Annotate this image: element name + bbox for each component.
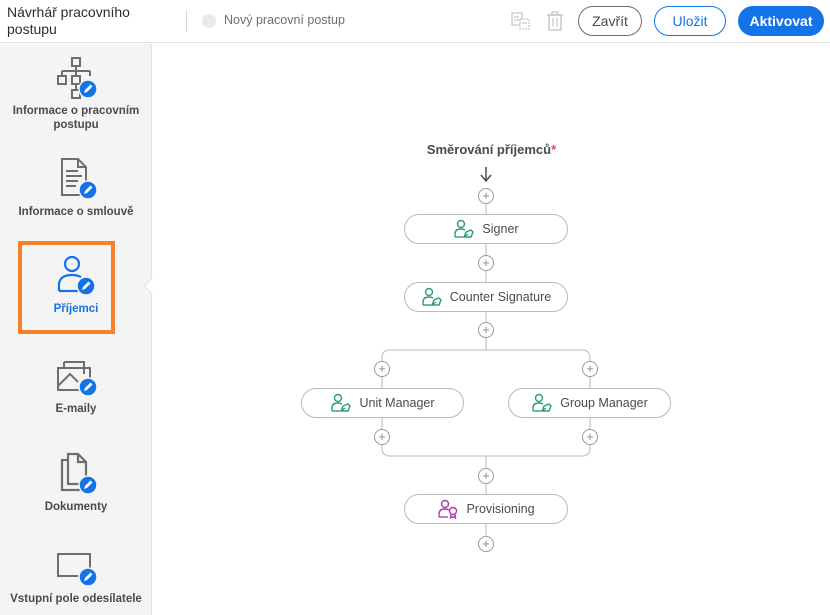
sidebar-item-recipients[interactable]: Příjemci <box>0 254 152 316</box>
add-step-button[interactable]: + <box>478 322 494 338</box>
recipient-node-label: Provisioning <box>466 502 535 516</box>
recipient-node-label: Counter Signature <box>449 290 552 304</box>
close-button[interactable]: Zavřít <box>578 6 642 36</box>
agreement-info-icon <box>54 157 98 201</box>
add-step-button[interactable]: + <box>582 429 598 445</box>
header-divider <box>186 10 187 32</box>
add-step-button[interactable]: + <box>478 255 494 271</box>
documents-icon <box>54 452 98 496</box>
recipient-node-label: Group Manager <box>560 396 648 410</box>
sidebar-item-emails[interactable]: E-maily <box>0 354 152 416</box>
sidebar-item-label: Vstupní pole odesílatele <box>10 593 142 605</box>
sidebar-item-workflow-info[interactable]: Informace o pracovním postupu <box>0 56 152 132</box>
recipient-node[interactable]: Signer <box>404 214 568 244</box>
save-button[interactable]: Uložit <box>654 6 726 36</box>
status-indicator <box>202 14 216 28</box>
header-bar: Návrhář pracovního postupu Nový pracovní… <box>0 0 830 43</box>
duplicate-icon[interactable] <box>510 10 532 32</box>
recipients-icon <box>54 254 98 298</box>
workflow-name[interactable]: Nový pracovní postup <box>224 13 345 27</box>
signer-icon <box>454 219 475 238</box>
recipient-node[interactable]: Counter Signature <box>404 282 568 312</box>
recipient-node-label: Unit Manager <box>359 396 435 410</box>
add-step-button[interactable]: + <box>478 536 494 552</box>
workflow-info-icon <box>54 56 98 100</box>
add-step-button[interactable]: + <box>478 468 494 484</box>
recipient-node[interactable]: Group Manager <box>508 388 671 418</box>
sidebar-item-label: Informace o pracovním postupu <box>12 105 140 131</box>
signer-icon <box>331 393 352 412</box>
sidebar: Informace o pracovním postupu Informace … <box>0 44 152 615</box>
sidebar-item-documents[interactable]: Dokumenty <box>0 452 152 514</box>
certified-recipient-icon <box>438 499 458 519</box>
sidebar-item-label: Dokumenty <box>44 501 108 513</box>
add-step-button[interactable]: + <box>478 188 494 204</box>
sidebar-item-sender-fields[interactable]: Vstupní pole odesílatele <box>0 544 152 606</box>
add-step-button[interactable]: + <box>374 361 390 377</box>
sidebar-item-label: Informace o smlouvě <box>18 206 134 218</box>
delete-icon[interactable] <box>544 10 566 32</box>
sidebar-item-label: E-maily <box>55 403 97 415</box>
signer-icon <box>532 393 553 412</box>
signer-icon <box>422 287 442 306</box>
sender-fields-icon <box>54 544 98 588</box>
add-step-button[interactable]: + <box>374 429 390 445</box>
app-title: Návrhář pracovního postupu <box>7 4 130 37</box>
add-step-button[interactable]: + <box>582 361 598 377</box>
emails-icon <box>54 354 98 398</box>
recipient-node-label: Signer <box>482 222 519 236</box>
recipient-node[interactable]: Unit Manager <box>301 388 464 418</box>
routing-canvas: Směrování příjemců* + Signer + Counter S… <box>153 44 830 615</box>
recipient-node[interactable]: Provisioning <box>404 494 568 524</box>
sidebar-item-label: Příjemci <box>53 303 99 315</box>
sidebar-item-agreement-info[interactable]: Informace o smlouvě <box>0 157 152 219</box>
activate-button[interactable]: Aktivovat <box>738 6 824 36</box>
